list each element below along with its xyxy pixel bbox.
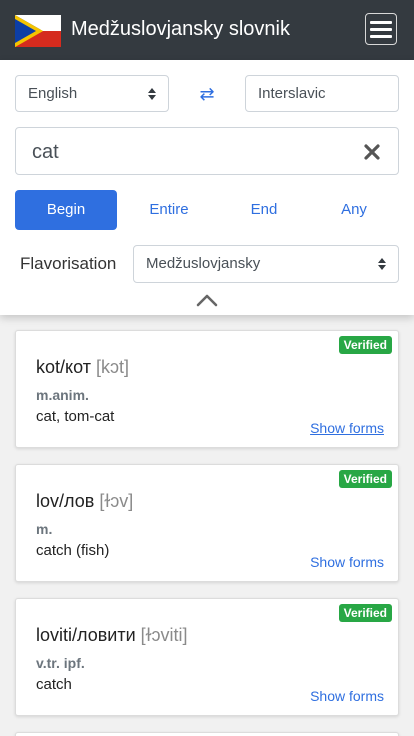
result-card: Verified kot/кот [kɔt] m.anim. cat, tom-… bbox=[15, 330, 399, 448]
result-ipa: [ɫɔviti] bbox=[140, 625, 188, 645]
mode-entire-button[interactable]: Entire bbox=[118, 190, 220, 230]
result-translation: cat, tom-cat bbox=[36, 408, 115, 425]
flavorisation-value: Medžuslovjansky bbox=[146, 255, 261, 272]
interslavic-flag-icon bbox=[15, 15, 61, 47]
mode-end-button[interactable]: End bbox=[213, 190, 315, 230]
result-word: kot/кот [kɔt] bbox=[36, 357, 129, 377]
result-card-partial bbox=[15, 732, 399, 736]
collapse-chevron-up-icon[interactable] bbox=[196, 293, 218, 307]
select-arrow-icon bbox=[378, 258, 386, 270]
menu-toggle-button[interactable] bbox=[365, 13, 397, 45]
result-part-of-speech: v.tr. ipf. bbox=[36, 655, 85, 671]
result-part-of-speech: m.anim. bbox=[36, 387, 89, 403]
verified-badge: Verified bbox=[338, 604, 392, 622]
show-forms-link[interactable]: Show forms bbox=[310, 554, 384, 570]
search-box bbox=[15, 127, 399, 175]
result-ipa: [ɫɔv] bbox=[99, 491, 134, 511]
mode-begin-button[interactable]: Begin bbox=[15, 190, 117, 230]
source-language-select[interactable]: English bbox=[15, 75, 169, 112]
result-card: Verified lov/лов [ɫɔv] m. catch (fish) S… bbox=[15, 464, 399, 582]
result-part-of-speech: m. bbox=[36, 521, 53, 537]
result-card: Verified loviti/ловити [ɫɔviti] v.tr. ip… bbox=[15, 598, 399, 716]
swap-languages-icon[interactable]: ⇄ bbox=[195, 82, 219, 106]
result-translation: catch bbox=[36, 676, 72, 693]
target-language-field[interactable]: Interslavic bbox=[245, 75, 399, 112]
verified-badge: Verified bbox=[338, 470, 392, 488]
flavorisation-select[interactable]: Medžuslovjansky bbox=[133, 245, 399, 283]
search-input[interactable] bbox=[32, 140, 352, 164]
clear-search-icon[interactable] bbox=[362, 142, 382, 162]
show-forms-link[interactable]: Show forms bbox=[310, 420, 384, 436]
verified-badge: Verified bbox=[338, 336, 392, 354]
show-forms-link[interactable]: Show forms bbox=[310, 688, 384, 704]
hamburger-icon bbox=[370, 21, 392, 24]
result-word: loviti/ловити [ɫɔviti] bbox=[36, 625, 188, 645]
result-word: lov/лов [ɫɔv] bbox=[36, 491, 134, 511]
app-title[interactable]: Medžuslovjansky slovnik bbox=[71, 17, 290, 41]
source-language-value: English bbox=[28, 85, 78, 102]
navbar: Medžuslovjansky slovnik bbox=[0, 0, 414, 60]
flavorisation-label: Flavorisation bbox=[20, 254, 117, 273]
result-translation: catch (fish) bbox=[36, 542, 110, 559]
select-arrow-icon bbox=[148, 87, 156, 100]
mode-any-button[interactable]: Any bbox=[303, 190, 405, 230]
result-ipa: [kɔt] bbox=[95, 357, 129, 377]
